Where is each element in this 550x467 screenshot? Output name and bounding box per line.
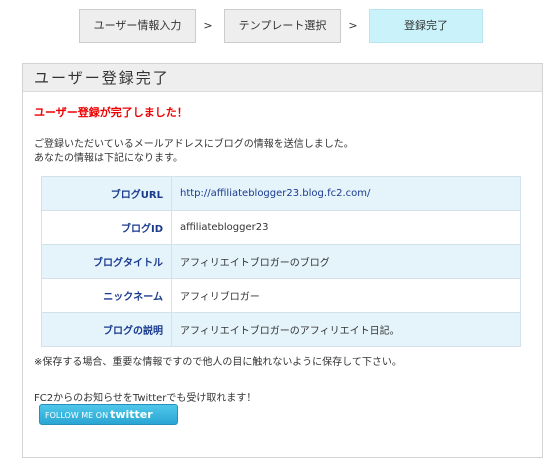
step-separator: > — [348, 19, 358, 32]
follow-button-prefix: FOLLOW ME ON — [45, 411, 109, 420]
blog-title-label: ブログタイトル — [41, 244, 172, 279]
blog-title-value: アフィリエイトブロガーのブログ — [171, 244, 521, 279]
blog-id-label: ブログID — [41, 210, 172, 245]
blog-url-label: ブログURL — [41, 176, 172, 211]
step-template-select: テンプレート選択 — [224, 9, 341, 43]
blog-description-value: アフィリエイトブロガーのアフィリエイト日記。 — [171, 312, 521, 347]
table-row: ブログURL http://affiliateblogger23.blog.fc… — [41, 176, 521, 211]
step-progress: ユーザー情報入力 > テンプレート選択 > 登録完了 — [0, 9, 550, 43]
nickname-value: アフィリブロガー — [171, 278, 521, 313]
description: ご登録いただいているメールアドレスにブログの情報を送信しました。 あなたの情報は… — [34, 138, 354, 166]
nickname-label: ニックネーム — [41, 278, 172, 313]
description-line: あなたの情報は下記になります。 — [34, 153, 183, 164]
step-separator: > — [203, 19, 213, 32]
save-notice: ※保存する場合、重要な情報ですので他人の目に触れないように保存して下さい。 — [34, 357, 402, 368]
blog-id-value: affiliateblogger23 — [171, 210, 521, 245]
table-row: ブログタイトル アフィリエイトブロガーのブログ — [41, 244, 521, 279]
registration-complete-panel: ユーザー登録完了 ユーザー登録が完了しました！ ご登録いただいているメールアドレ… — [22, 63, 543, 458]
blog-description-label: ブログの説明 — [41, 312, 172, 347]
description-line: ご登録いただいているメールアドレスにブログの情報を送信しました。 — [34, 139, 354, 150]
step-user-info: ユーザー情報入力 — [79, 9, 196, 43]
panel-title: ユーザー登録完了 — [23, 64, 542, 92]
twitter-notice: FC2からのお知らせをTwitterでも受け取れます！ — [34, 393, 257, 404]
table-row: ブログの説明 アフィリエイトブロガーのアフィリエイト日記。 — [41, 312, 521, 347]
table-row: ニックネーム アフィリブロガー — [41, 278, 521, 313]
table-row: ブログID affiliateblogger23 — [41, 210, 521, 245]
blog-url-link[interactable]: http://affiliateblogger23.blog.fc2.com/ — [171, 176, 521, 211]
blog-info-table: ブログURL http://affiliateblogger23.blog.fc… — [41, 176, 521, 347]
follow-twitter-button[interactable]: FOLLOW ME ON twitter — [39, 404, 178, 425]
step-complete: 登録完了 — [369, 9, 483, 43]
success-message: ユーザー登録が完了しました！ — [34, 106, 188, 119]
twitter-logo-icon: twitter — [110, 408, 153, 421]
